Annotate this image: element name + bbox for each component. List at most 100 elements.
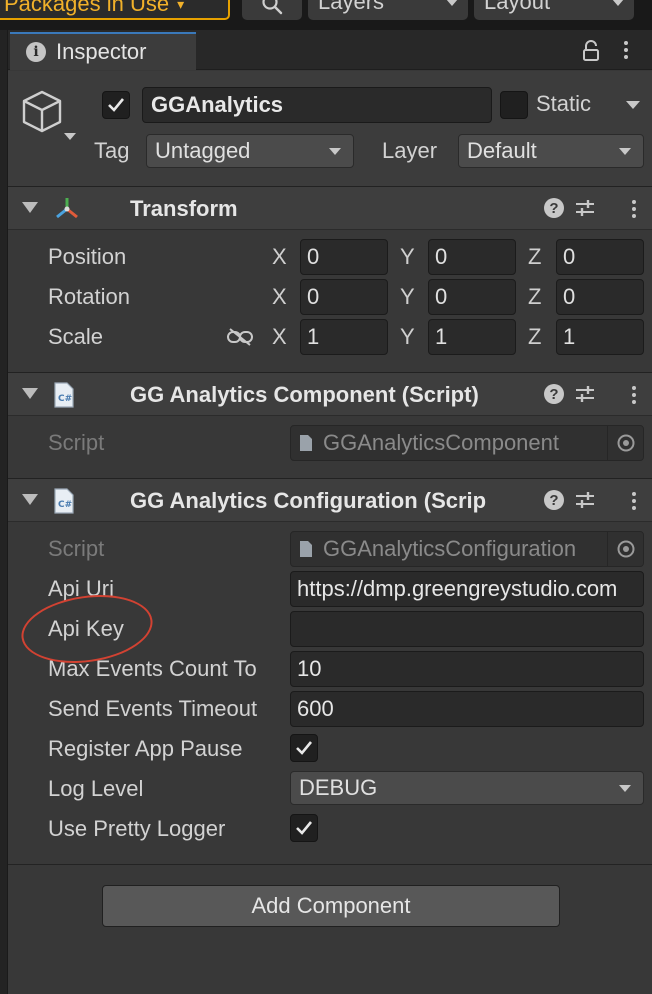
foldout-arrow-icon[interactable] bbox=[22, 202, 38, 213]
chevron-down-icon[interactable] bbox=[64, 133, 76, 140]
constrain-proportions-icon[interactable] bbox=[226, 327, 254, 347]
script-label: Script bbox=[48, 536, 105, 561]
gameobject-header: GGAnalytics Static Tag Untagged Layer De… bbox=[8, 71, 652, 195]
presets-icon[interactable] bbox=[574, 490, 596, 510]
max-events-field[interactable]: 10 bbox=[290, 651, 644, 687]
static-dropdown-chevron-icon[interactable] bbox=[626, 101, 640, 109]
csharp-script-icon bbox=[300, 541, 312, 557]
presets-icon[interactable] bbox=[574, 384, 596, 404]
gameobject-cube-icon[interactable] bbox=[20, 89, 64, 135]
active-checkbox[interactable] bbox=[102, 91, 130, 119]
log-level-dropdown[interactable]: DEBUG bbox=[290, 771, 644, 805]
api-key-field[interactable] bbox=[290, 611, 644, 647]
analytics-component-script-row: Script GGAnalyticsComponent bbox=[8, 423, 652, 463]
transform-title: Transform bbox=[130, 196, 238, 221]
checkmark-icon bbox=[296, 821, 313, 835]
register-pause-checkbox[interactable] bbox=[290, 734, 318, 762]
csharp-script-icon: C# bbox=[54, 382, 74, 408]
chevron-down-icon bbox=[446, 0, 458, 6]
help-icon[interactable]: ? bbox=[544, 490, 564, 510]
axis-z-label: Z bbox=[528, 284, 542, 309]
checkmark-icon bbox=[296, 741, 313, 755]
csharp-script-icon bbox=[300, 435, 312, 451]
send-timeout-row: Send Events Timeout 600 bbox=[8, 689, 652, 729]
transform-icon bbox=[56, 198, 78, 219]
chevron-down-icon bbox=[619, 785, 631, 792]
transform-header[interactable]: Transform ? bbox=[8, 186, 652, 230]
gameobject-name-field[interactable]: GGAnalytics bbox=[142, 87, 492, 123]
tab-inspector[interactable]: i Inspector bbox=[10, 32, 196, 70]
inspector-tabbar: i Inspector bbox=[8, 30, 652, 70]
scale-z-field[interactable]: 1 bbox=[556, 319, 644, 355]
more-options-icon[interactable] bbox=[632, 492, 636, 510]
lock-icon[interactable] bbox=[582, 40, 600, 62]
layers-dropdown[interactable]: Layers bbox=[308, 0, 468, 20]
layer-value: Default bbox=[467, 138, 537, 163]
script-object-field[interactable]: GGAnalyticsConfiguration bbox=[290, 531, 644, 567]
more-options-icon[interactable] bbox=[632, 200, 636, 218]
search-icon bbox=[262, 0, 283, 15]
api-uri-field[interactable]: https://dmp.greengreystudio.com bbox=[290, 571, 644, 607]
presets-icon[interactable] bbox=[574, 198, 596, 218]
log-level-value: DEBUG bbox=[299, 775, 378, 800]
script-value: GGAnalyticsConfiguration bbox=[323, 536, 577, 561]
rotation-z-field[interactable]: 0 bbox=[556, 279, 644, 315]
pretty-logger-checkbox[interactable] bbox=[290, 814, 318, 842]
rotation-y-field[interactable]: 0 bbox=[428, 279, 516, 315]
foldout-arrow-icon[interactable] bbox=[22, 388, 38, 399]
script-value: GGAnalyticsComponent bbox=[323, 430, 559, 455]
pretty-logger-row: Use Pretty Logger bbox=[8, 809, 652, 849]
component-header-analytics-configuration[interactable]: C# GG Analytics Configuration (Scrip ? bbox=[8, 478, 652, 522]
transform-scale-row: Scale X 1 Y 1 Z 1 bbox=[8, 317, 652, 357]
info-icon: i bbox=[26, 42, 46, 62]
help-icon[interactable]: ? bbox=[544, 198, 564, 218]
svg-text:C#: C# bbox=[58, 394, 72, 404]
analytics-component-title: GG Analytics Component (Script) bbox=[130, 382, 479, 407]
tag-label: Tag bbox=[94, 138, 130, 163]
object-picker-icon[interactable] bbox=[607, 532, 643, 566]
object-picker-icon[interactable] bbox=[607, 426, 643, 460]
position-x-field[interactable]: 0 bbox=[300, 239, 388, 275]
scale-x-field[interactable]: 1 bbox=[300, 319, 388, 355]
component-header-analytics-component[interactable]: C# GG Analytics Component (Script) ? bbox=[8, 372, 652, 416]
add-component-button[interactable]: Add Component bbox=[102, 885, 560, 927]
script-object-field[interactable]: GGAnalyticsComponent bbox=[290, 425, 644, 461]
chevron-down-icon bbox=[612, 0, 624, 6]
tag-dropdown[interactable]: Untagged bbox=[146, 134, 354, 168]
chevron-down-icon bbox=[329, 148, 341, 155]
axis-z-label: Z bbox=[528, 244, 542, 269]
layout-dropdown[interactable]: Layout bbox=[474, 0, 634, 20]
packages-in-use-button[interactable]: Packages in Use ▾ bbox=[0, 0, 230, 20]
axis-x-label: X bbox=[272, 324, 287, 349]
position-label: Position bbox=[48, 244, 127, 269]
divider bbox=[8, 864, 652, 865]
axis-y-label: Y bbox=[400, 284, 415, 309]
transform-position-row: Position X 0 Y 0 Z 0 bbox=[8, 237, 652, 277]
transform-rotation-row: Rotation X 0 Y 0 Z 0 bbox=[8, 277, 652, 317]
layers-label: Layers bbox=[318, 0, 385, 14]
svg-text:C#: C# bbox=[58, 500, 72, 510]
search-button[interactable] bbox=[242, 0, 302, 20]
axis-x-label: X bbox=[272, 244, 287, 269]
help-icon[interactable]: ? bbox=[544, 384, 564, 404]
send-timeout-field[interactable]: 600 bbox=[290, 691, 644, 727]
foldout-arrow-icon[interactable] bbox=[22, 494, 38, 505]
more-options-icon[interactable] bbox=[624, 41, 628, 59]
editor-toolbar: Packages in Use ▾ Layers Layout bbox=[0, 0, 652, 30]
csharp-script-icon: C# bbox=[54, 488, 74, 514]
rotation-x-field[interactable]: 0 bbox=[300, 279, 388, 315]
scale-y-field[interactable]: 1 bbox=[428, 319, 516, 355]
static-label: Static bbox=[536, 91, 592, 116]
pretty-logger-label: Use Pretty Logger bbox=[48, 816, 226, 841]
checkmark-icon bbox=[108, 98, 125, 112]
layer-dropdown[interactable]: Default bbox=[458, 134, 644, 168]
analytics-configuration-title: GG Analytics Configuration (Scrip bbox=[130, 488, 487, 513]
script-label: Script bbox=[48, 430, 105, 455]
more-options-icon[interactable] bbox=[632, 386, 636, 404]
packages-label: Packages in Use bbox=[4, 0, 170, 16]
position-y-field[interactable]: 0 bbox=[428, 239, 516, 275]
scale-label: Scale bbox=[48, 324, 104, 349]
register-pause-row: Register App Pause bbox=[8, 729, 652, 769]
static-checkbox[interactable] bbox=[500, 91, 528, 119]
position-z-field[interactable]: 0 bbox=[556, 239, 644, 275]
